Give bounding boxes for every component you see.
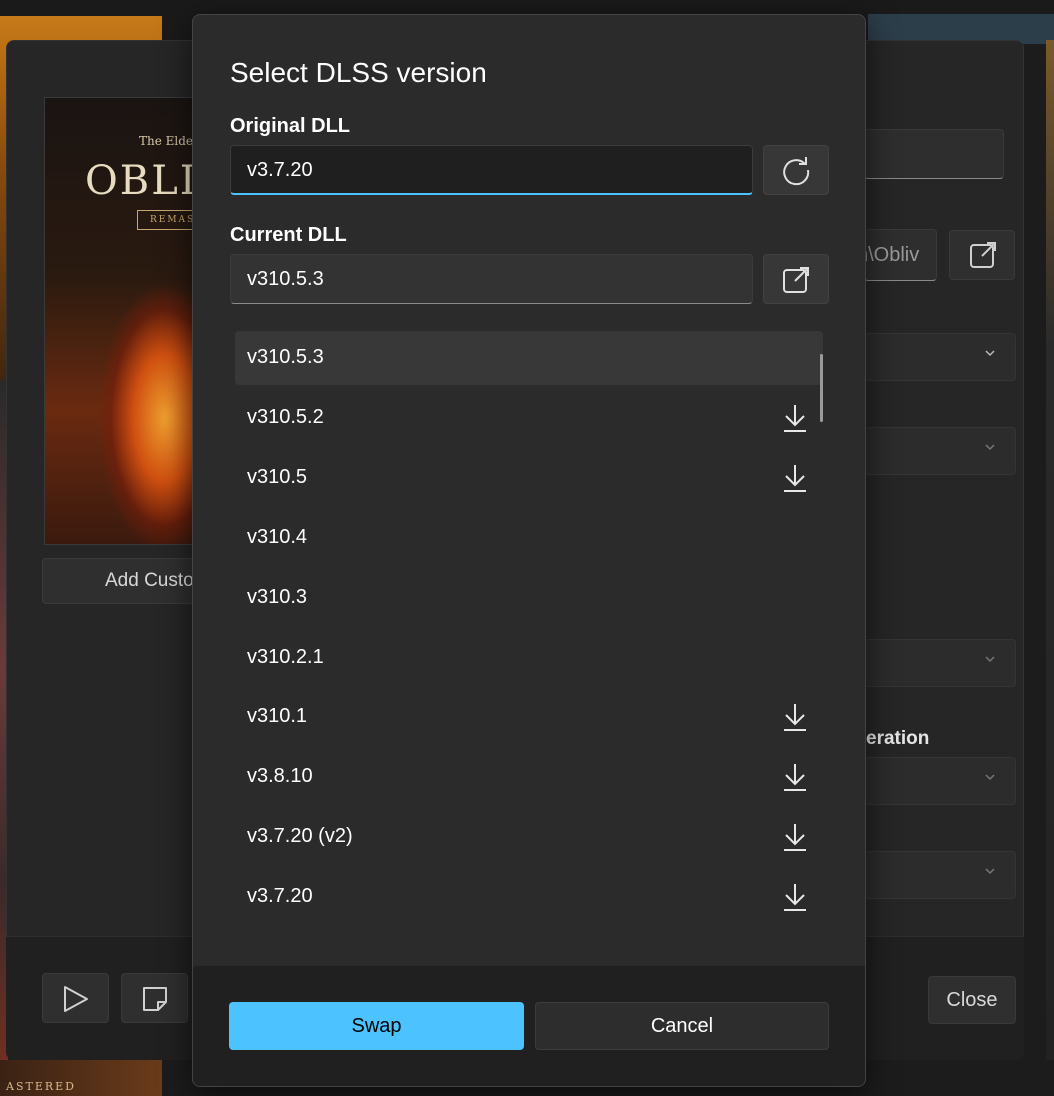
version-list-item[interactable]: v3.8.10 bbox=[235, 750, 823, 804]
swap-button-label: Swap bbox=[351, 1015, 402, 1037]
cancel-button-label: Cancel bbox=[650, 1015, 714, 1037]
version-label: v310.5.3 bbox=[247, 346, 324, 368]
background-dropdown-1[interactable] bbox=[864, 333, 1016, 381]
cancel-button[interactable]: Cancel bbox=[535, 1002, 829, 1050]
notes-button[interactable] bbox=[121, 973, 188, 1023]
reset-original-button[interactable] bbox=[763, 145, 829, 195]
version-label: v310.5.2 bbox=[247, 405, 324, 428]
download-icon[interactable] bbox=[781, 403, 809, 433]
open-external-icon bbox=[970, 242, 996, 268]
download-icon[interactable] bbox=[781, 822, 809, 852]
version-list[interactable]: v310.5.3 v310.5.2 v310.5 v310.4 v310.3 v310.2… bbox=[235, 331, 825, 951]
select-dlss-dialog: Select DLSS version Original DLL v3.7.20… bbox=[192, 14, 866, 1087]
chevron-down-icon bbox=[985, 656, 995, 663]
version-list-item[interactable]: v310.4 bbox=[235, 511, 823, 565]
background-input-field[interactable] bbox=[864, 129, 1004, 179]
background-game-tile-edge bbox=[1046, 40, 1054, 1060]
cover-title: OBLIV bbox=[85, 158, 205, 204]
open-folder-button[interactable] bbox=[949, 230, 1015, 280]
download-icon[interactable] bbox=[781, 463, 809, 493]
version-list-item[interactable]: v3.7.20 (v2) bbox=[235, 810, 823, 864]
chevron-down-icon bbox=[985, 868, 995, 875]
version-label: v310.4 bbox=[247, 525, 308, 548]
cover-subtitle: The Elder bbox=[139, 134, 199, 148]
swap-button[interactable]: Swap bbox=[229, 1002, 524, 1050]
version-list-item[interactable]: v310.5 bbox=[235, 451, 823, 505]
download-icon[interactable] bbox=[781, 702, 809, 732]
version-list-item[interactable]: v310.1 bbox=[235, 690, 823, 744]
chevron-down-icon bbox=[985, 350, 995, 357]
play-icon bbox=[64, 986, 88, 1012]
original-dll-label: Original DLL bbox=[230, 115, 350, 137]
game-cover-art: The Elder OBLIV REMAS bbox=[44, 97, 206, 545]
version-list-item[interactable]: v3.7.20 bbox=[235, 870, 823, 924]
version-label: v3.8.10 bbox=[247, 765, 313, 788]
dialog-title: Select DLSS version bbox=[230, 57, 487, 88]
version-label: v3.7.20 bbox=[247, 885, 313, 908]
background-dropdown-2[interactable] bbox=[864, 427, 1016, 475]
version-label: v3.7.20 (v2) bbox=[247, 825, 353, 848]
note-icon bbox=[143, 987, 167, 1011]
current-dll-field[interactable]: v310.5.3 bbox=[230, 254, 753, 304]
launch-game-button[interactable] bbox=[42, 973, 109, 1023]
install-path-text: n\Obliv bbox=[865, 244, 920, 266]
close-button-label: Close bbox=[946, 989, 998, 1011]
version-label: v310.1 bbox=[247, 705, 308, 728]
version-label: v310.5 bbox=[247, 465, 308, 488]
background-dropdown-3[interactable] bbox=[864, 639, 1016, 687]
version-list-item[interactable]: v310.2.1 bbox=[235, 631, 823, 685]
bottom-tile-text: ASTERED bbox=[6, 1080, 76, 1093]
open-external-icon bbox=[783, 267, 809, 293]
download-icon[interactable] bbox=[781, 882, 809, 912]
add-custom-cover-button[interactable]: Add Custo bbox=[42, 558, 212, 604]
version-list-item[interactable]: v310.5.2 bbox=[235, 391, 823, 445]
chevron-down-icon bbox=[985, 774, 995, 781]
install-path-field[interactable]: n\Obliv bbox=[864, 229, 937, 281]
add-custom-cover-label: Add Custo bbox=[105, 570, 194, 591]
version-list-item[interactable]: v310.5.3 bbox=[235, 331, 823, 385]
version-label: v310.2.1 bbox=[247, 645, 324, 668]
version-label: v310.3 bbox=[247, 585, 308, 608]
background-dropdown-5[interactable] bbox=[864, 851, 1016, 899]
original-dll-field[interactable]: v3.7.20 bbox=[230, 145, 753, 195]
close-button[interactable]: Close bbox=[928, 976, 1016, 1024]
refresh-icon bbox=[783, 157, 810, 186]
background-dropdown-4[interactable] bbox=[864, 757, 1016, 805]
version-list-item[interactable]: v310.3 bbox=[235, 571, 823, 625]
current-dll-label: Current DLL bbox=[230, 224, 347, 246]
download-icon[interactable] bbox=[781, 762, 809, 792]
section-label: eration bbox=[866, 728, 930, 749]
chevron-down-icon bbox=[985, 444, 995, 451]
open-current-dll-button[interactable] bbox=[763, 254, 829, 304]
list-scrollbar[interactable] bbox=[820, 354, 823, 422]
background-game-tile-bottom: ASTERED bbox=[0, 1060, 162, 1096]
